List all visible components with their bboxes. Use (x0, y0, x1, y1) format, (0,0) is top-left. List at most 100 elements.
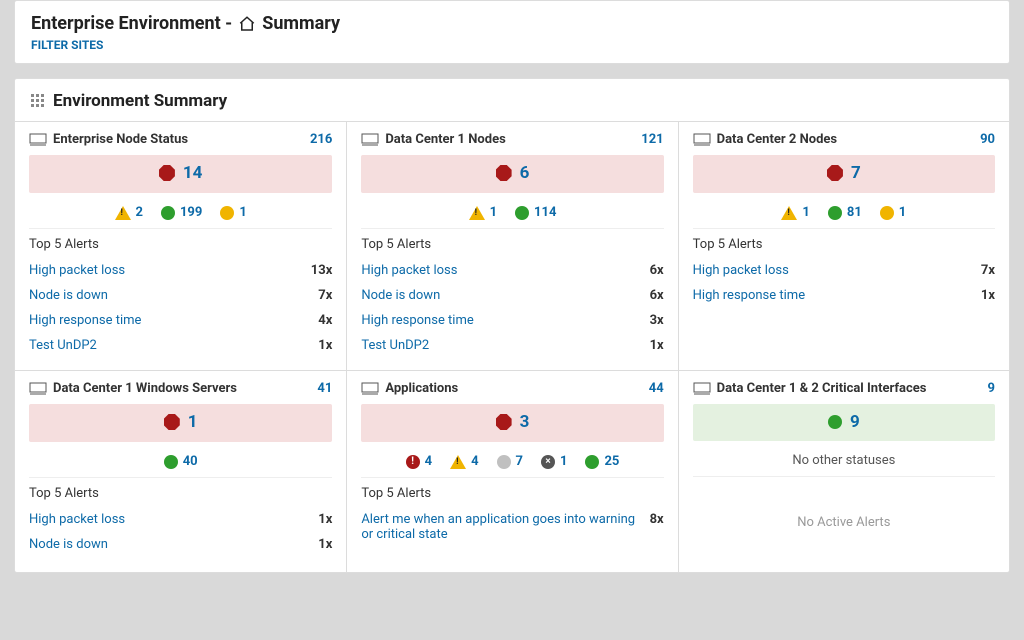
card-head: Enterprise Node Status 216 (29, 132, 332, 147)
alert-count: 7x (981, 263, 995, 278)
status-item[interactable]: 4 (450, 454, 478, 469)
alert-link[interactable]: Node is down (361, 288, 649, 303)
alerts-title: Top 5 Alerts (29, 237, 332, 252)
status-value: 1 (560, 454, 567, 469)
primary-status-banner[interactable]: 3 (361, 404, 663, 442)
alert-row: Test UnDP21x (29, 333, 332, 358)
alert-link[interactable]: High response time (361, 313, 649, 328)
card-head: Data Center 1 Windows Servers41 (29, 381, 332, 396)
status-value: 199 (180, 205, 202, 220)
page-header: Enterprise Environment - Summary FILTER … (14, 0, 1010, 64)
card-title: Data Center 1 Nodes (385, 132, 505, 147)
alert-count: 1x (650, 338, 664, 353)
alerts-title: Top 5 Alerts (361, 486, 663, 501)
card-total-link[interactable]: 44 (649, 381, 664, 396)
alert-count: 1x (318, 512, 332, 527)
alert-link[interactable]: High packet loss (361, 263, 649, 278)
unknown-icon (497, 455, 511, 469)
node-icon (29, 382, 47, 396)
status-value: 1 (899, 205, 906, 220)
alert-count: 4x (318, 313, 332, 328)
primary-status-banner[interactable]: 6 (361, 155, 663, 193)
status-card: Enterprise Node Status 216 14 2 199 1 Top 5 Al… (15, 121, 346, 370)
alert-link[interactable]: Test UnDP2 (361, 338, 649, 353)
alert-link[interactable]: High response time (29, 313, 318, 328)
cards-grid: Enterprise Node Status2161421991Top 5 Al… (15, 121, 1009, 572)
home-icon (238, 15, 256, 33)
primary-status-banner[interactable]: 9 (693, 404, 995, 441)
status-card: Applications443!447×125Top 5 AlertsAlert… (346, 370, 677, 572)
critical-icon (496, 414, 512, 430)
summary-panel: Environment Summary Enterprise Node Stat… (14, 78, 1010, 573)
section-title: Environment Summary (53, 91, 227, 111)
alert-count: 6x (650, 263, 664, 278)
card-title: Data Center 1 & 2 Critical Interfaces (717, 381, 927, 396)
status-item[interactable]: 114 (515, 205, 556, 220)
status-value: 1 (490, 205, 497, 220)
status-item[interactable]: ×1 (541, 454, 567, 469)
alert-count: 1x (318, 338, 332, 353)
status-item[interactable]: 25 (585, 454, 619, 469)
node-icon (29, 133, 47, 147)
alert-row: High response time4x (29, 308, 332, 333)
warning-icon (469, 206, 485, 220)
status-value: 40 (183, 454, 198, 469)
alert-link[interactable]: Test UnDP2 (29, 338, 318, 353)
alert-count: 13x (311, 263, 333, 278)
filter-sites-link[interactable]: FILTER SITES (31, 38, 103, 52)
card-head: Data Center 1 & 2 Critical Interfaces 9 (693, 381, 995, 396)
card-title: Enterprise Node Status (53, 132, 188, 147)
alert-link[interactable]: Alert me when an application goes into w… (361, 512, 649, 542)
critical-small-icon: ! (406, 455, 420, 469)
card-head: Applications 44 (361, 381, 663, 396)
card-total-link[interactable]: 90 (980, 132, 995, 147)
primary-value: 6 (520, 163, 530, 183)
alert-count: 1x (318, 537, 332, 552)
critical-icon (164, 414, 180, 430)
status-item[interactable]: !4 (406, 454, 432, 469)
alert-link[interactable]: High response time (693, 288, 981, 303)
no-alerts-text: No Active Alerts (693, 485, 995, 560)
card-total-link[interactable]: 41 (317, 381, 332, 396)
title-suffix: Summary (262, 13, 340, 34)
status-item[interactable]: 2 (115, 205, 143, 220)
alert-count: 7x (318, 288, 332, 303)
up-icon (828, 206, 842, 220)
up-icon (828, 415, 842, 429)
alert-link[interactable]: Node is down (29, 537, 318, 552)
status-item[interactable]: 1 (220, 205, 246, 220)
card-total-link[interactable]: 121 (641, 132, 663, 147)
status-item[interactable]: 1 (469, 205, 497, 220)
up-icon (515, 206, 529, 220)
status-item[interactable]: 81 (828, 205, 862, 220)
status-item[interactable]: 7 (497, 454, 523, 469)
status-item[interactable]: 1 (781, 205, 809, 220)
up-icon (164, 455, 178, 469)
alert-link[interactable]: Node is down (29, 288, 318, 303)
status-value: 1 (239, 205, 246, 220)
page-title: Enterprise Environment - Summary (31, 13, 993, 34)
status-item[interactable]: 199 (161, 205, 202, 220)
status-value: 1 (802, 205, 809, 220)
alert-link[interactable]: High packet loss (29, 512, 318, 527)
alert-row: Node is down7x (29, 283, 332, 308)
pending-icon (220, 206, 234, 220)
warning-icon (781, 206, 797, 220)
alert-row: High packet loss6x (361, 258, 663, 283)
alert-link[interactable]: High packet loss (29, 263, 311, 278)
card-total-link[interactable]: 9 (988, 381, 995, 396)
drag-handle-icon[interactable] (31, 94, 45, 108)
primary-status-banner[interactable]: 7 (693, 155, 995, 193)
unreachable-icon: × (541, 455, 555, 469)
status-card: Data Center 1 & 2 Critical Interfaces 9 9 N… (678, 370, 1009, 572)
alerts-title: Top 5 Alerts (29, 486, 332, 501)
alert-row: Test UnDP21x (361, 333, 663, 358)
card-total-link[interactable]: 216 (310, 132, 332, 147)
status-item[interactable]: 40 (164, 454, 198, 469)
primary-status-banner[interactable]: 14 (29, 155, 332, 193)
alert-link[interactable]: High packet loss (693, 263, 981, 278)
primary-status-banner[interactable]: 1 (29, 404, 332, 442)
status-item[interactable]: 1 (880, 205, 906, 220)
card-title: Applications (385, 381, 458, 396)
card-title: Data Center 2 Nodes (717, 132, 837, 147)
